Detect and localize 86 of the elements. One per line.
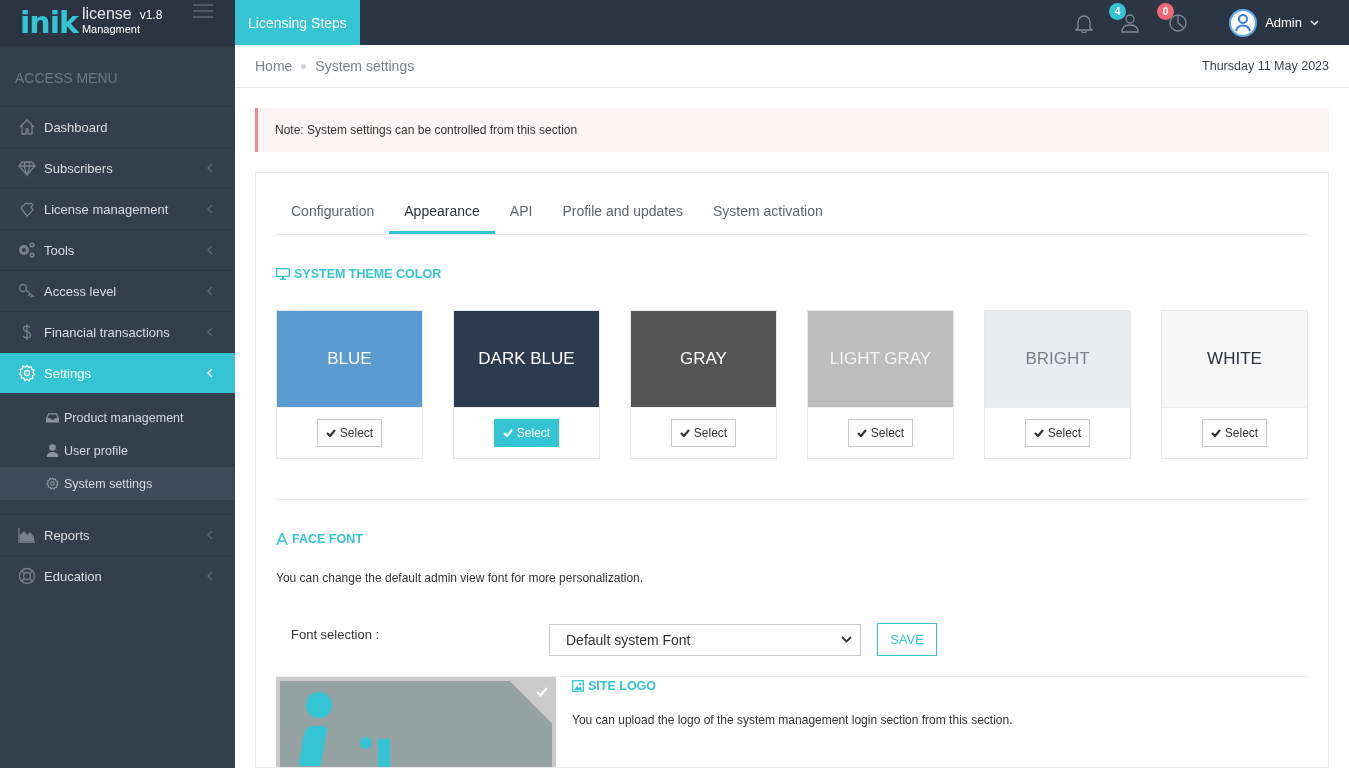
- chevron-icon: [206, 368, 213, 378]
- submenu-item[interactable]: User profile: [0, 434, 235, 467]
- gears-icon: [18, 241, 36, 259]
- breadcrumb-item[interactable]: Home: [255, 58, 293, 74]
- tab[interactable]: API: [494, 193, 548, 234]
- version-label: v1.8: [139, 8, 163, 22]
- tab[interactable]: System activation: [698, 193, 838, 234]
- select-button[interactable]: Select: [847, 419, 914, 447]
- chevron-icon: [206, 204, 213, 214]
- menu-label: Education: [44, 568, 103, 584]
- section-title: SYSTEM THEME COLOR: [294, 267, 442, 281]
- image-icon: [572, 680, 584, 692]
- menu-label: Settings: [44, 365, 92, 381]
- diamond-icon: [18, 159, 36, 177]
- field-label: Font selection :: [291, 627, 381, 642]
- theme-name: DARK BLUE: [478, 349, 575, 369]
- chevron-icon: [206, 571, 213, 581]
- select-button[interactable]: Select: [316, 419, 383, 447]
- theme-name: BLUE: [327, 349, 372, 369]
- breadcrumb-separator-icon: [301, 63, 307, 69]
- check-icon: [1210, 429, 1221, 437]
- menu-label: Financial transactions: [44, 324, 171, 340]
- check-icon: [502, 429, 513, 437]
- theme-name: BRIGHT: [1025, 349, 1090, 369]
- section-description: You can upload the logo of the system management login section from this section.: [572, 713, 1013, 727]
- theme-name: WHITE: [1207, 349, 1262, 369]
- sidebar-item[interactable]: Subscribers: [0, 147, 235, 188]
- submenu-item[interactable]: System settings: [0, 467, 235, 500]
- date-label: Thursday 11 May 2023: [1202, 59, 1329, 73]
- menu-label: License management: [44, 201, 170, 217]
- section-title: SITE LOGO: [588, 679, 657, 693]
- area-icon: [18, 526, 36, 544]
- select-button[interactable]: Select: [1201, 419, 1268, 447]
- font-dropdown[interactable]: Default system Font: [549, 623, 861, 656]
- chevron-down-icon: [841, 636, 852, 643]
- chevron-icon: [206, 530, 213, 540]
- avatar-icon: [1229, 8, 1258, 37]
- submenu-label: System settings: [64, 476, 153, 491]
- check-icon: [856, 429, 867, 437]
- notification-bell-icon[interactable]: [1075, 12, 1094, 33]
- inbox-icon: [46, 411, 59, 424]
- check-icon: [1033, 429, 1044, 437]
- submenu-label: User profile: [64, 443, 128, 458]
- brand-logo: inik: [20, 4, 78, 42]
- caret-icon: [1310, 19, 1319, 26]
- menu-label: Tools: [44, 242, 76, 258]
- chevron-icon: [206, 286, 213, 296]
- home-icon: [18, 118, 36, 136]
- brand-subtitle: Managment: [81, 23, 141, 35]
- select-button[interactable]: Select: [670, 419, 737, 447]
- brand-name: license: [81, 5, 132, 23]
- gear-icon: [18, 364, 36, 382]
- section-title: FACE FONT: [292, 532, 363, 546]
- user-menu[interactable]: Admin: [1229, 8, 1319, 37]
- breadcrumb-item: System settings: [315, 58, 415, 74]
- tab[interactable]: Appearance: [389, 193, 495, 234]
- sidebar-item[interactable]: Reports: [0, 514, 235, 555]
- monitor-icon: [276, 268, 290, 280]
- menu-heading: ACCESS MENU: [14, 69, 119, 88]
- pie-chart-icon[interactable]: [1167, 11, 1190, 34]
- count-badge: 4: [1109, 2, 1127, 20]
- key-icon: [18, 282, 36, 300]
- menu-label: Reports: [44, 527, 91, 543]
- lifering-icon: [18, 567, 36, 585]
- theme-name: GRAY: [680, 349, 727, 369]
- count-badge: 0: [1157, 2, 1175, 20]
- check-icon: [325, 429, 336, 437]
- note-text: Note: System settings can be controlled from this section: [275, 123, 578, 137]
- check-icon: [679, 429, 690, 437]
- menu-label: Access level: [44, 283, 118, 299]
- section-description: You can change the default admin view font for more personalization.: [276, 571, 645, 585]
- user-name: Admin: [1265, 15, 1302, 30]
- tab[interactable]: Configuration: [276, 193, 390, 234]
- submenu-label: Product management: [64, 410, 184, 425]
- chevron-icon: [206, 163, 213, 173]
- users-icon[interactable]: [1119, 11, 1142, 34]
- user-icon: [46, 444, 59, 457]
- menu-label: Dashboard: [44, 119, 109, 135]
- submenu-item[interactable]: Product management: [0, 401, 235, 434]
- tab[interactable]: Profile and updates: [547, 193, 698, 234]
- gear-icon: [46, 477, 59, 490]
- select-button[interactable]: Select: [1024, 419, 1091, 447]
- chevron-icon: [206, 245, 213, 255]
- font-icon: [276, 533, 288, 545]
- menu-label: Subscribers: [44, 160, 114, 176]
- chevron-icon: [206, 327, 213, 337]
